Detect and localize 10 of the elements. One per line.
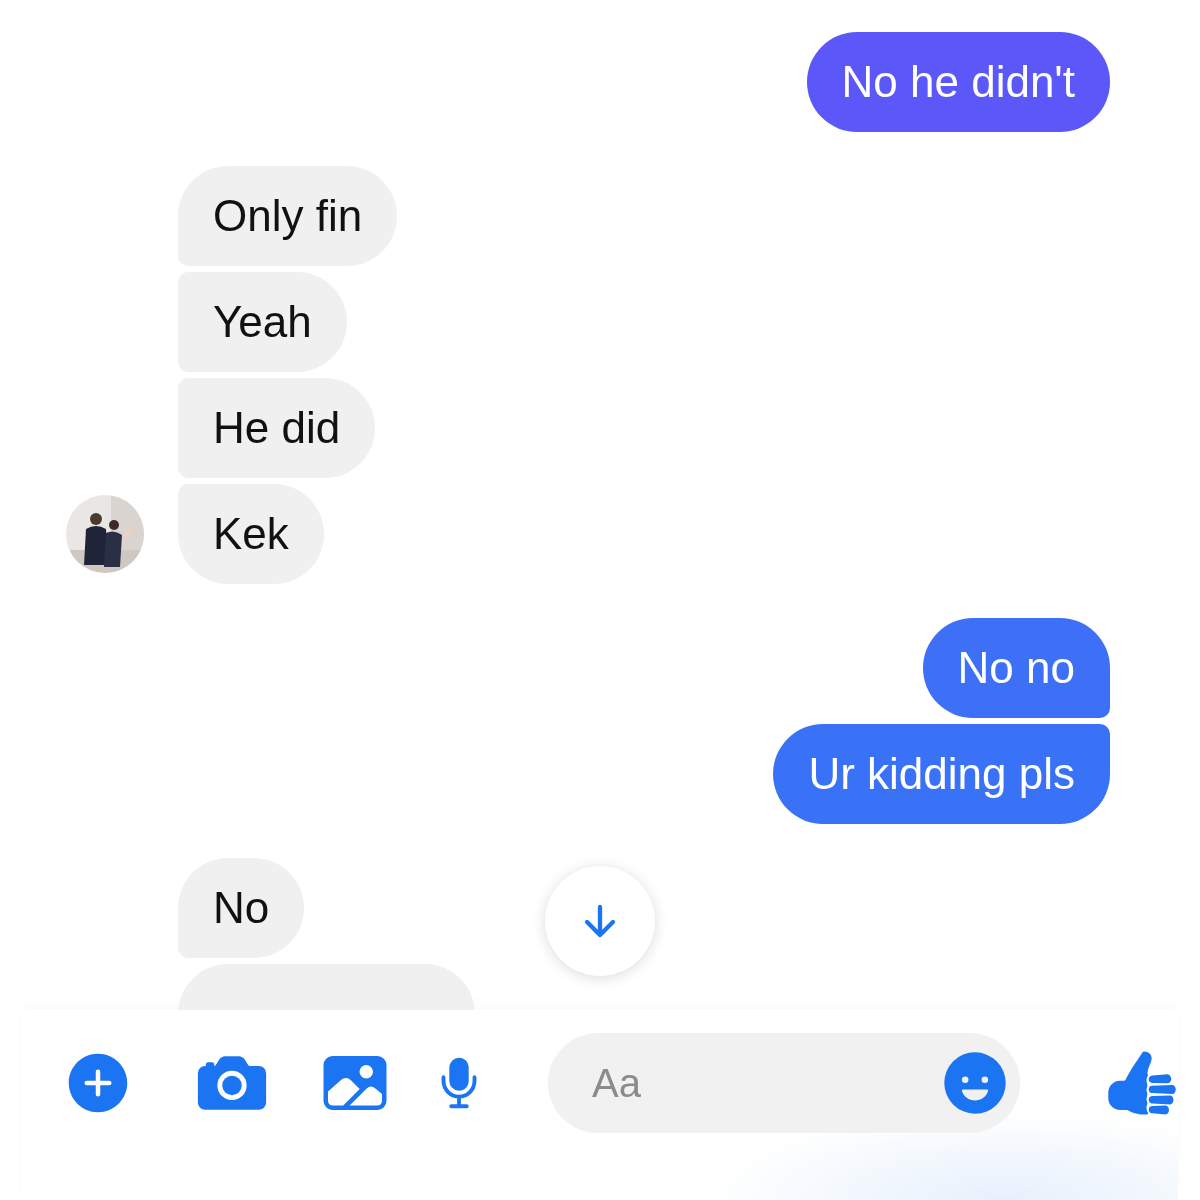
- message-bubble: Yeah: [178, 272, 347, 372]
- message-bubble: Ur kidding pls: [773, 724, 1110, 824]
- message-bubble: No: [178, 858, 305, 958]
- message-bubble: He did: [178, 378, 376, 478]
- message-bubble: No no: [922, 618, 1110, 718]
- message-bubble: No he didn't: [806, 32, 1110, 132]
- message-field[interactable]: Aa: [548, 1033, 1020, 1133]
- message-bubble: Kek: [178, 484, 324, 584]
- text-input[interactable]: Aa: [590, 1059, 940, 1107]
- message-bubble: Only fin: [178, 166, 398, 266]
